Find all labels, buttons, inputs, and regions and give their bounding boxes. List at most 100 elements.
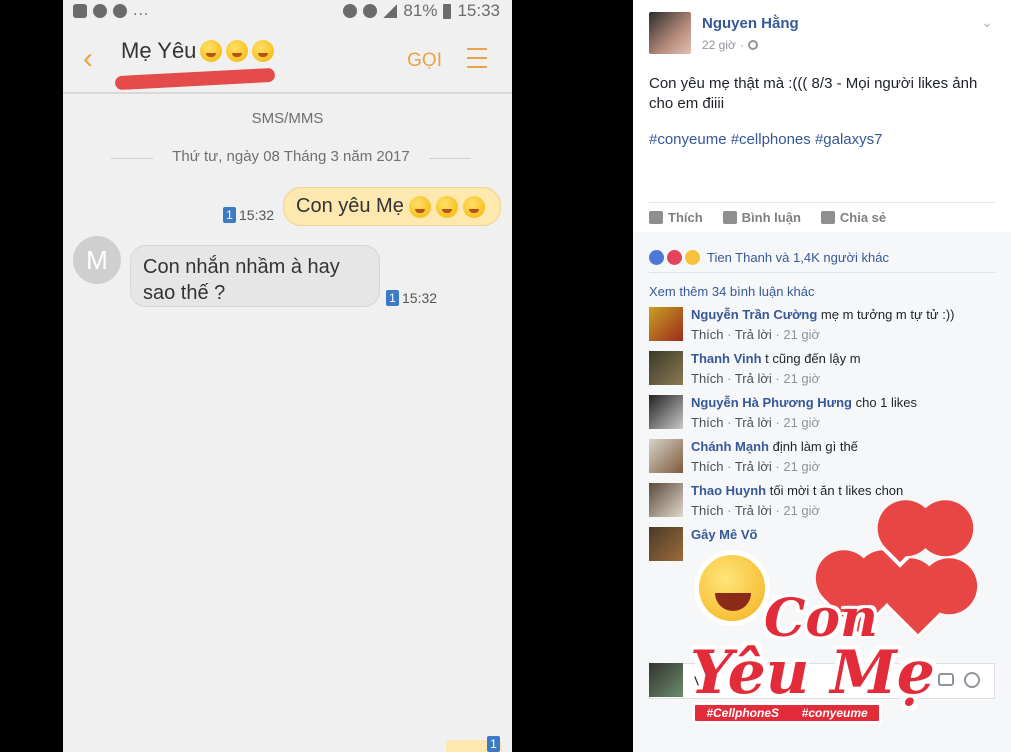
sticker-hashtag: #CellphoneS (706, 706, 779, 720)
comment-reply-link[interactable]: Trả lời (735, 415, 772, 430)
reaction-text: Tien Thanh và 1,4K người khác (707, 250, 889, 265)
globe-icon (747, 40, 758, 50)
comment-author[interactable]: Nguyễn Hà Phương Hưng (691, 395, 852, 410)
screenshot-collage: ... 81% 15:33 ‹ Mẹ Yêu GỌI SMS/MMS Thứ t… (0, 0, 1011, 752)
contact-name: Mẹ Yêu (121, 38, 197, 63)
love-reaction-icon (667, 250, 682, 265)
comment-time[interactable]: 21 giờ (783, 327, 820, 342)
call-button[interactable]: GỌI (407, 50, 442, 72)
post-actions: Thích Bình luận Chia sẻ (649, 202, 995, 232)
incoming-meta: 1 15:32 (386, 290, 437, 306)
messenger-icon (93, 4, 107, 18)
heart-eyes-emoji-icon (408, 195, 431, 218)
heart-eyes-emoji-icon (435, 195, 458, 218)
comment-like-link[interactable]: Thích (691, 459, 724, 474)
comment-text: định làm gì thế (772, 439, 858, 454)
comment-text: t cũng đến lậy m (765, 351, 861, 366)
comment-like-link[interactable]: Thích (691, 371, 724, 386)
post-time: 22 giờ · (702, 38, 758, 52)
post-text: Con yêu mẹ thật mà :((( 8/3 - Mọi người … (649, 75, 978, 112)
wifi-icon (363, 4, 378, 18)
comment-author[interactable]: Nguyễn Trần Cường (691, 307, 817, 322)
avatar[interactable] (649, 307, 683, 341)
avatar (649, 663, 683, 697)
heart-icon (884, 572, 952, 640)
comment: Nguyễn Hà Phương Hưng cho 1 likes Thích … (649, 395, 995, 435)
post-author[interactable]: Nguyen Hằng (702, 15, 799, 32)
reaction-summary[interactable]: Tien Thanh và 1,4K người khác (649, 243, 995, 273)
comment-like-link[interactable]: Thích (691, 415, 724, 430)
post-hashtags[interactable]: #conyeume #cellphones #galaxys7 (649, 131, 883, 148)
chevron-down-icon[interactable]: ⌄ (981, 14, 993, 31)
sim-badge: 1 (487, 736, 500, 752)
sticker-overlay: Con Yêu Mẹ #CellphoneS #conyeume (680, 528, 980, 730)
comment-button[interactable]: Bình luận (722, 210, 801, 225)
comment: Chánh Mạnh định làm gì thế Thích · Trả l… (649, 439, 995, 479)
chevron-left-icon[interactable]: ‹ (83, 44, 101, 74)
battery-icon (443, 3, 452, 19)
share-icon (820, 211, 835, 224)
avatar[interactable] (649, 527, 683, 561)
share-button[interactable]: Chia sẻ (820, 210, 887, 225)
status-bar: ... 81% 15:33 (63, 0, 512, 24)
message-time: 15:32 (402, 290, 438, 306)
haha-reaction-icon (685, 250, 700, 265)
channel-label: SMS/MMS (251, 110, 324, 127)
post-time-text[interactable]: 22 giờ (702, 38, 736, 52)
comment-reply-link[interactable]: Trả lời (735, 503, 772, 518)
avatar[interactable] (649, 395, 683, 429)
thumbs-up-icon (649, 211, 663, 224)
composer-bar (63, 738, 512, 752)
comment-text: tối mời t ăn t likes chon (769, 483, 904, 498)
laughing-emoji-icon (694, 550, 770, 626)
kiss-emoji-icon (226, 40, 249, 62)
clock: 15:33 (457, 1, 500, 20)
comment-like-link[interactable]: Thích (691, 503, 724, 518)
comment-icon (722, 211, 737, 224)
comment-reply-link[interactable]: Trả lời (735, 371, 772, 386)
message-text: Con yêu Mẹ (296, 195, 404, 217)
comment-reply-link[interactable]: Trả lời (735, 327, 772, 342)
more-notifications: ... (133, 2, 150, 19)
comment-like-link[interactable]: Thích (691, 327, 724, 342)
sticker-hashtag: #conyeume (801, 706, 868, 720)
comment-time[interactable]: 21 giờ (783, 371, 820, 386)
signal-icon (383, 4, 398, 18)
post-card: Nguyen Hằng 22 giờ · ⌄ Con yêu mẹ thật m… (633, 0, 1011, 232)
alarm-icon (343, 4, 358, 18)
kiss-emoji-icon (200, 40, 223, 62)
contact-title[interactable]: Mẹ Yêu (121, 38, 275, 64)
comment-author[interactable]: Thao Huynh (691, 483, 766, 498)
comment-author[interactable]: Chánh Mạnh (691, 439, 769, 454)
comment-time[interactable]: 21 giờ (783, 459, 820, 474)
comment-label: Bình luận (741, 210, 801, 225)
avatar[interactable]: M (73, 236, 121, 284)
comment-text: mẹ m tưởng m tự tử :)) (820, 307, 955, 322)
sim-badge: 1 (223, 207, 236, 223)
comment-time[interactable]: 21 giờ (783, 415, 820, 430)
redaction-scribble (114, 67, 276, 91)
avatar[interactable] (649, 351, 683, 385)
share-label: Chia sẻ (839, 210, 887, 225)
battery-percent: 81% (403, 1, 438, 20)
sticker-text-yeume: Yêu Mẹ (690, 638, 935, 708)
comment-text: cho 1 likes (855, 395, 918, 410)
avatar[interactable] (649, 483, 683, 517)
outgoing-message[interactable]: Con yêu Mẹ (283, 187, 501, 226)
message-time: 15:32 (239, 207, 275, 223)
telegram-icon (113, 4, 127, 18)
comment: Nguyễn Trần Cường mẹ m tưởng m tự tử :))… (649, 307, 995, 347)
conversation-header: ‹ Mẹ Yêu GỌI (63, 24, 512, 94)
incoming-message[interactable]: Con nhắn nhầm à hay sao thế ? (130, 245, 380, 307)
avatar[interactable] (649, 439, 683, 473)
avatar[interactable] (649, 12, 691, 54)
message-icon (73, 4, 87, 18)
comment-author[interactable]: Thanh Vinh (691, 351, 762, 366)
hamburger-menu-icon[interactable] (467, 48, 487, 68)
heart-eyes-emoji-icon (462, 195, 485, 218)
outgoing-meta: 1 15:32 (223, 207, 274, 223)
view-more-comments[interactable]: Xem thêm 34 bình luận khác (649, 284, 815, 299)
like-button[interactable]: Thích (649, 210, 703, 225)
comment-time[interactable]: 21 giờ (783, 503, 820, 518)
comment-reply-link[interactable]: Trả lời (735, 459, 772, 474)
